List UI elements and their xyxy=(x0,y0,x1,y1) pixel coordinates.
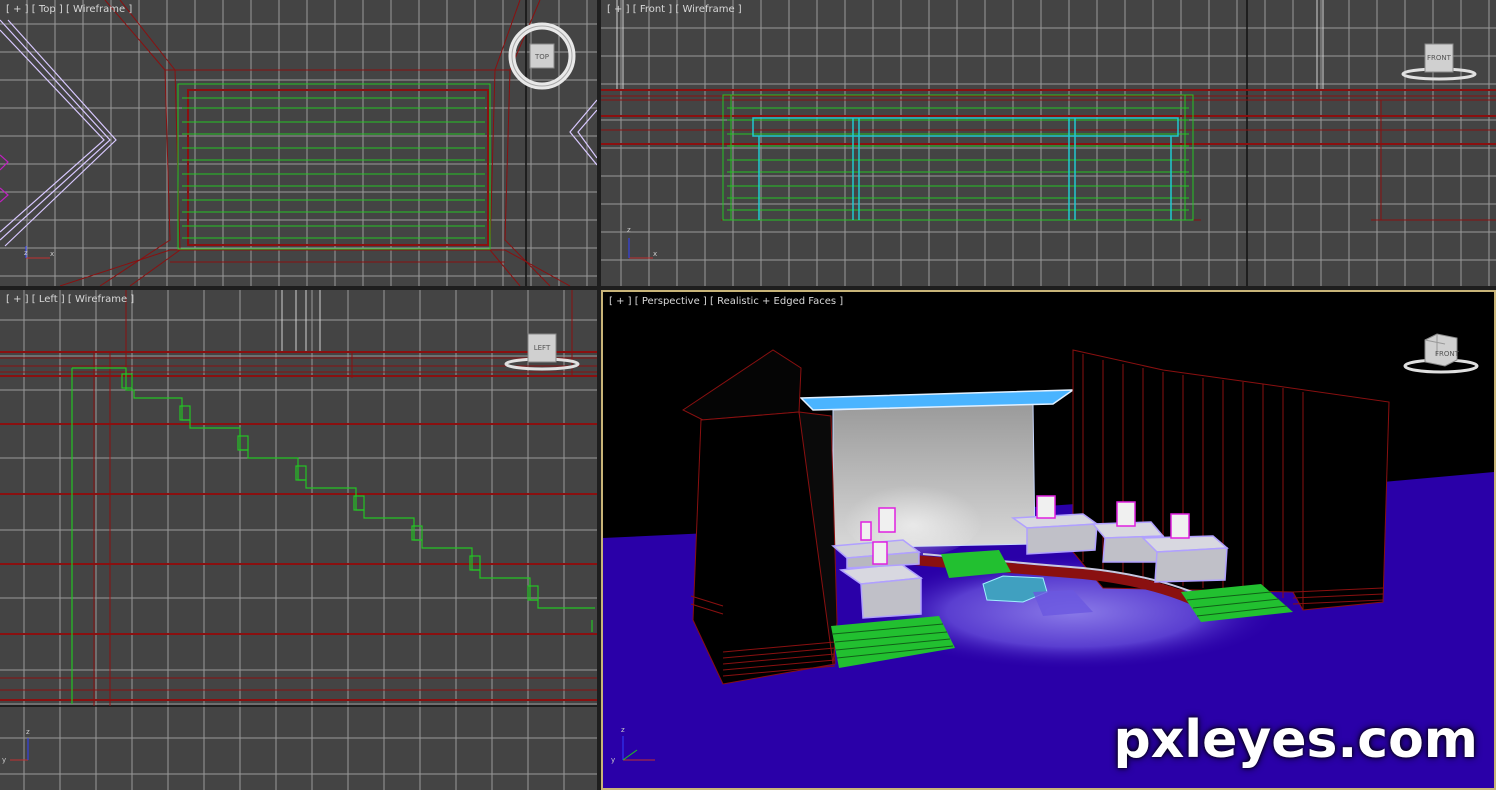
perspective-viewport-label[interactable]: [ + ] [ Perspective ] [ Realistic + Edge… xyxy=(609,296,843,307)
perspective-viewcube[interactable]: FRONT xyxy=(1401,328,1481,378)
front-viewport-menu-button[interactable]: [ + ] xyxy=(607,4,630,15)
left-viewport-view-button[interactable]: [ Left ] xyxy=(32,294,65,305)
svg-text:y: y xyxy=(611,756,615,764)
front-viewport-canvas: z x xyxy=(601,0,1496,286)
svg-text:z: z xyxy=(621,726,625,734)
viewport-front[interactable]: z x [ + ] [ Front ] [ Wireframe ] FRONT xyxy=(601,0,1496,286)
svg-text:x: x xyxy=(653,250,657,258)
front-viewcube[interactable]: FRONT xyxy=(1399,38,1479,88)
watermark-text: pxleyes.com xyxy=(1113,710,1478,770)
front-viewcube-label: FRONT xyxy=(1427,54,1452,62)
svg-text:z: z xyxy=(26,728,30,736)
viewport-left[interactable]: z y [ + ] [ Left ] [ Wireframe ] LEFT xyxy=(0,290,597,790)
svg-text:x: x xyxy=(50,250,54,258)
svg-text:z: z xyxy=(24,249,28,257)
perspective-viewport-menu-button[interactable]: [ + ] xyxy=(609,296,632,307)
svg-text:z: z xyxy=(627,226,631,234)
top-viewport-shading-button[interactable]: [ Wireframe ] xyxy=(66,4,132,15)
left-viewcube[interactable]: LEFT xyxy=(502,328,582,378)
left-viewport-label[interactable]: [ + ] [ Left ] [ Wireframe ] xyxy=(6,294,134,305)
front-viewport-view-button[interactable]: [ Front ] xyxy=(633,4,672,15)
left-viewport-menu-button[interactable]: [ + ] xyxy=(6,294,29,305)
perspective-viewport-shading-button[interactable]: [ Realistic + Edged Faces ] xyxy=(710,296,843,307)
svg-text:y: y xyxy=(2,756,6,764)
top-viewport-view-button[interactable]: [ Top ] xyxy=(32,4,63,15)
front-viewport-label[interactable]: [ + ] [ Front ] [ Wireframe ] xyxy=(607,4,742,15)
viewport-top[interactable]: z x [ + ] [ Top ] [ Wireframe ] TOP xyxy=(0,0,597,286)
front-viewport-shading-button[interactable]: [ Wireframe ] xyxy=(675,4,741,15)
left-viewcube-label: LEFT xyxy=(534,344,551,352)
viewport-perspective[interactable]: z y [ + ] [ Perspective ] [ Realistic + … xyxy=(601,290,1496,790)
top-viewcube[interactable]: TOP xyxy=(502,16,582,96)
top-viewcube-label: TOP xyxy=(534,53,549,61)
top-viewport-menu-button[interactable]: [ + ] xyxy=(6,4,29,15)
top-viewport-label[interactable]: [ + ] [ Top ] [ Wireframe ] xyxy=(6,4,132,15)
left-viewport-shading-button[interactable]: [ Wireframe ] xyxy=(68,294,134,305)
perspective-viewport-view-button[interactable]: [ Perspective ] xyxy=(635,296,707,307)
perspective-viewcube-label: FRONT xyxy=(1435,350,1460,358)
